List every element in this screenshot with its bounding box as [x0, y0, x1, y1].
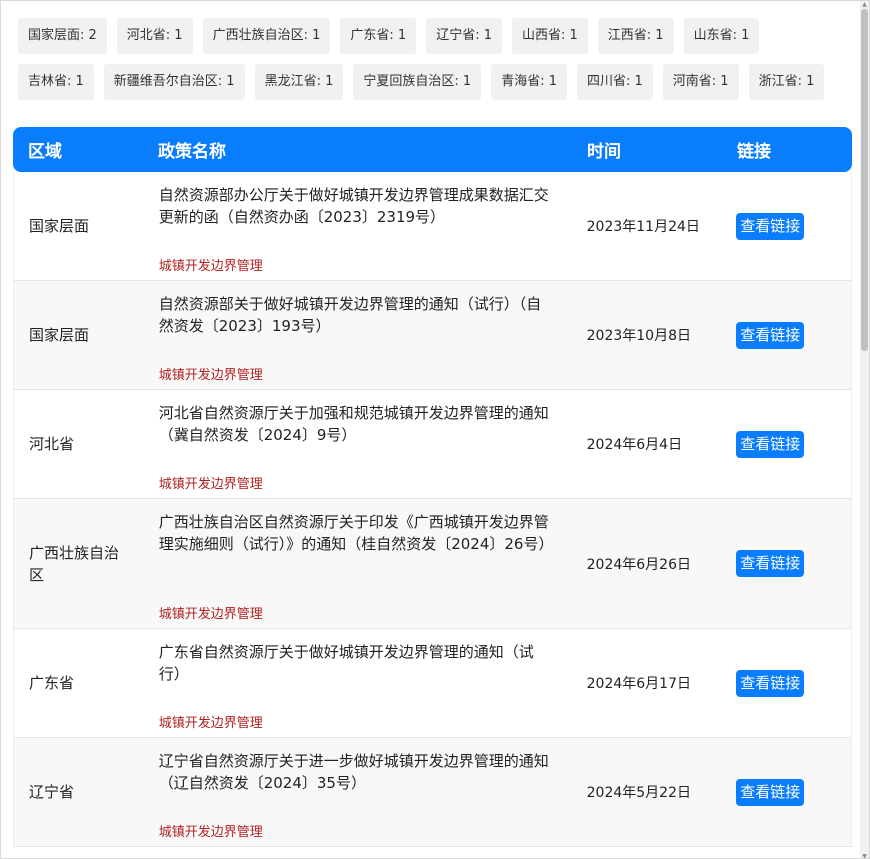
policy-title: 广西壮族自治区自然资源厅关于印发《广西城镇开发边界管理实施细则（试行）》的通知（… [158, 513, 554, 553]
page-frame: 国家层面: 2 河北省: 1 广西壮族自治区: 1 广东省: 1 辽宁省: 1 … [0, 0, 870, 859]
region-cell: 辽宁省 [14, 738, 144, 846]
view-link-button[interactable]: 查看链接 [736, 321, 805, 349]
region-cell: 河北省 [14, 390, 144, 498]
date-cell: 2024年6月17日 [573, 629, 723, 737]
date-text: 2024年6月17日 [586, 676, 691, 692]
date-cell: 2024年6月26日 [573, 499, 723, 628]
policy-table: 区域 政策名称 时间 链接 国家层面 自然资源部办公厅关于做好城镇开发边界管理成… [13, 127, 852, 847]
region-cell: 国家层面 [14, 172, 144, 280]
policy-title: 自然资源部关于做好城镇开发边界管理的通知（试行）（自然资发〔2023〕193号） [158, 295, 542, 335]
policy-tag: 城镇开发边界管理 [158, 825, 263, 840]
table-row: 河北省 河北省自然资源厅关于加强和规范城镇开发边界管理的通知（冀自然资发〔202… [13, 390, 852, 499]
policy-tag: 城镇开发边界管理 [158, 607, 263, 622]
filter-chip[interactable]: 广东省: 1 [340, 18, 417, 54]
link-cell: 查看链接 [722, 499, 851, 628]
header-date: 时间 [587, 142, 621, 162]
filter-chip[interactable]: 江西省: 1 [597, 18, 674, 54]
region-filter-bar: 国家层面: 2 河北省: 1 广西壮族自治区: 1 广东省: 1 辽宁省: 1 … [18, 18, 838, 100]
filter-chip[interactable]: 吉林省: 1 [18, 64, 94, 100]
filter-chip[interactable]: 辽宁省: 1 [426, 18, 502, 54]
table-row: 广东省 广东省自然资源厅关于做好城镇开发边界管理的通知（试行） 城镇开发边界管理… [13, 629, 852, 738]
policy-cell: 自然资源部办公厅关于做好城镇开发边界管理成果数据汇交更新的函（自然资办函〔202… [144, 172, 573, 280]
link-cell: 查看链接 [722, 390, 851, 498]
view-link-button[interactable]: 查看链接 [736, 669, 805, 697]
policy-cell: 自然资源部关于做好城镇开发边界管理的通知（试行）（自然资发〔2023〕193号）… [144, 281, 573, 389]
policy-title: 辽宁省自然资源厅关于进一步做好城镇开发边界管理的通知（辽自然资发〔2024〕35… [158, 752, 549, 792]
policy-cell: 河北省自然资源厅关于加强和规范城镇开发边界管理的通知（冀自然资发〔2024〕9号… [144, 390, 573, 498]
date-text: 2024年6月4日 [586, 437, 683, 453]
filter-chip[interactable]: 山西省: 1 [511, 18, 588, 54]
date-cell: 2023年11月24日 [573, 172, 723, 280]
link-cell: 查看链接 [722, 172, 851, 280]
filter-chip[interactable]: 河北省: 1 [116, 18, 193, 54]
table-row: 国家层面 自然资源部办公厅关于做好城镇开发边界管理成果数据汇交更新的函（自然资办… [13, 172, 852, 281]
region-cell: 广西壮族自治区 [14, 499, 144, 628]
link-cell: 查看链接 [722, 738, 851, 846]
date-cell: 2024年5月22日 [573, 738, 723, 846]
filter-chip[interactable]: 青海省: 1 [491, 64, 567, 100]
link-cell: 查看链接 [722, 281, 851, 389]
region-text: 国家层面 [29, 217, 90, 235]
policy-tag: 城镇开发边界管理 [158, 477, 263, 492]
policy-cell: 广东省自然资源厅关于做好城镇开发边界管理的通知（试行） 城镇开发边界管理 [144, 629, 573, 737]
scroll-down-arrow-icon[interactable]: ▼ [860, 853, 869, 858]
table-row: 国家层面 自然资源部关于做好城镇开发边界管理的通知（试行）（自然资发〔2023〕… [13, 281, 852, 390]
policy-tag: 城镇开发边界管理 [158, 368, 263, 383]
policy-tag: 城镇开发边界管理 [158, 716, 263, 731]
date-text: 2024年6月26日 [586, 556, 691, 573]
header-region: 区域 [28, 142, 62, 162]
region-cell: 广东省 [14, 629, 144, 737]
date-cell: 2023年10月8日 [573, 281, 723, 389]
table-row: 广西壮族自治区 广西壮族自治区自然资源厅关于印发《广西城镇开发边界管理实施细则（… [13, 499, 852, 629]
table-row: 辽宁省 辽宁省自然资源厅关于进一步做好城镇开发边界管理的通知（辽自然资发〔202… [13, 738, 852, 847]
policy-cell: 广西壮族自治区自然资源厅关于印发《广西城镇开发边界管理实施细则（试行）》的通知（… [144, 499, 573, 628]
filter-chip[interactable]: 国家层面: 2 [18, 18, 107, 54]
region-text: 国家层面 [29, 326, 90, 344]
policy-title: 自然资源部办公厅关于做好城镇开发边界管理成果数据汇交更新的函（自然资办函〔202… [158, 186, 549, 226]
scrollbar-thumb[interactable] [861, 9, 868, 351]
policy-title: 广东省自然资源厅关于做好城镇开发边界管理的通知（试行） [158, 643, 534, 683]
policy-tag: 城镇开发边界管理 [158, 259, 263, 274]
table-header: 区域 政策名称 时间 链接 [13, 127, 852, 172]
policy-title: 河北省自然资源厅关于加强和规范城镇开发边界管理的通知（冀自然资发〔2024〕9号… [158, 404, 549, 444]
view-link-button[interactable]: 查看链接 [736, 778, 805, 806]
region-text: 广西壮族自治区 [29, 543, 120, 584]
filter-chip[interactable]: 广西壮族自治区: 1 [202, 18, 331, 54]
date-text: 2023年11月24日 [586, 219, 700, 235]
region-text: 河北省 [29, 435, 75, 453]
policy-cell: 辽宁省自然资源厅关于进一步做好城镇开发边界管理的通知（辽自然资发〔2024〕35… [144, 738, 573, 846]
date-cell: 2024年6月4日 [573, 390, 723, 498]
date-text: 2024年5月22日 [586, 785, 691, 801]
header-policy: 政策名称 [158, 142, 226, 162]
region-text: 辽宁省 [29, 783, 75, 801]
view-link-button[interactable]: 查看链接 [736, 212, 805, 240]
filter-chip[interactable]: 黑龙江省: 1 [254, 64, 344, 100]
filter-chip[interactable]: 浙江省: 1 [748, 64, 825, 100]
region-cell: 国家层面 [14, 281, 144, 389]
filter-chip[interactable]: 河南省: 1 [662, 64, 739, 100]
vertical-scrollbar[interactable]: ▲ ▼ [860, 1, 869, 858]
link-cell: 查看链接 [722, 629, 851, 737]
view-link-button[interactable]: 查看链接 [736, 430, 805, 458]
filter-chip[interactable]: 宁夏回族自治区: 1 [353, 64, 482, 100]
view-link-button[interactable]: 查看链接 [736, 550, 805, 577]
scroll-up-arrow-icon[interactable]: ▲ [860, 1, 869, 8]
region-text: 广东省 [29, 674, 75, 692]
filter-chip[interactable]: 新疆维吾尔自治区: 1 [103, 64, 245, 100]
filter-chip[interactable]: 四川省: 1 [576, 64, 653, 100]
filter-chip[interactable]: 山东省: 1 [683, 18, 760, 54]
header-link: 链接 [737, 142, 771, 162]
date-text: 2023年10月8日 [586, 328, 691, 344]
